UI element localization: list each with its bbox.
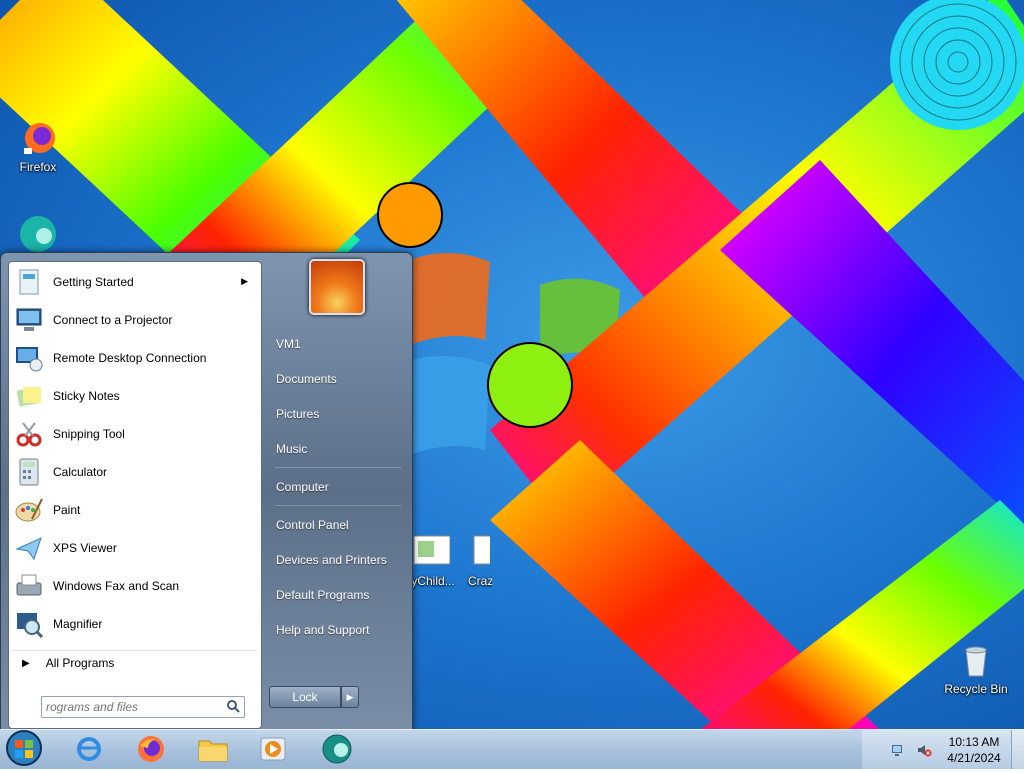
programs-pane: Getting Started ▶ Connect to a Projector… (8, 261, 262, 729)
taskbar-firefox[interactable] (128, 733, 174, 767)
document-icon (470, 532, 490, 572)
desktop-icon-label: Craz (468, 574, 492, 588)
program-remote-desktop[interactable]: Remote Desktop Connection (12, 340, 258, 376)
submenu-arrow-icon: ▶ (241, 276, 248, 286)
desktop-icon-recycle-bin[interactable]: Recycle Bin (936, 640, 1016, 696)
program-label: Connect to a Projector (53, 313, 173, 327)
desktop-icon-app[interactable] (0, 214, 76, 256)
scissors-icon (12, 417, 46, 451)
all-programs-label: All Programs (45, 656, 115, 670)
taskbar-media-player[interactable] (250, 733, 296, 767)
start-right-pane: VM1 Documents Pictures Music Computer Co… (261, 253, 411, 729)
recycle-bin-icon (956, 640, 996, 680)
firefox-icon (136, 734, 166, 767)
fax-icon (12, 569, 46, 603)
remote-desktop-icon (12, 341, 46, 375)
desktop-icon-crazychild-2[interactable]: Craz (450, 532, 492, 588)
paint-palette-icon (12, 493, 46, 527)
file-explorer-icon (197, 735, 229, 766)
link-help-support[interactable]: Help and Support (276, 623, 369, 637)
divider (275, 505, 401, 506)
program-snipping-tool[interactable]: Snipping Tool (12, 416, 258, 452)
start-menu: Getting Started ▶ Connect to a Projector… (0, 252, 413, 730)
taskbar-file-explorer[interactable] (190, 733, 236, 767)
program-paint[interactable]: Paint (12, 492, 258, 528)
program-getting-started[interactable]: Getting Started ▶ (12, 264, 258, 300)
app-globe-icon (321, 733, 353, 768)
app-globe-icon (18, 214, 58, 254)
lock-button[interactable]: Lock (269, 686, 341, 708)
sticky-notes-icon (12, 379, 46, 413)
calculator-icon (12, 455, 46, 489)
link-documents[interactable]: Documents (276, 372, 337, 386)
start-button[interactable] (0, 720, 52, 770)
show-desktop-button[interactable] (1011, 730, 1024, 769)
program-fax-scan[interactable]: Windows Fax and Scan (12, 568, 258, 604)
taskbar-internet-explorer[interactable] (70, 733, 108, 767)
firefox-icon (18, 118, 58, 158)
program-label: Calculator (53, 465, 108, 479)
volume-muted-icon[interactable] (916, 742, 932, 761)
program-calculator[interactable]: Calculator (12, 454, 258, 490)
program-label: XPS Viewer (53, 541, 117, 555)
program-connect-projector[interactable]: Connect to a Projector (12, 302, 258, 338)
projector-icon (12, 303, 46, 337)
media-player-icon (258, 734, 288, 767)
program-label: Snipping Tool (53, 427, 125, 441)
taskbar: 10:13 AM 4/21/2024 (0, 729, 1024, 769)
start-search-input[interactable] (42, 699, 218, 715)
search-icon[interactable] (226, 699, 240, 716)
program-label: Getting Started (53, 275, 134, 289)
notification-area: 10:13 AM 4/21/2024 (862, 730, 1024, 769)
getting-started-icon (12, 265, 46, 299)
document-icon (410, 532, 451, 572)
program-xps-viewer[interactable]: XPS Viewer (12, 530, 258, 566)
program-label: Paint (53, 503, 81, 517)
program-label: Windows Fax and Scan (53, 579, 180, 593)
link-computer[interactable]: Computer (276, 480, 329, 494)
all-programs-button[interactable]: ▶ All Programs (12, 650, 258, 675)
clock-date: 4/21/2024 (947, 751, 1001, 765)
shutdown-options-arrow[interactable]: ▶ (341, 686, 359, 708)
desktop-icon-label: Recycle Bin (944, 682, 1008, 696)
divider (275, 467, 401, 468)
internet-explorer-icon (75, 735, 103, 766)
link-user[interactable]: VM1 (276, 337, 301, 351)
link-control-panel[interactable]: Control Panel (276, 518, 349, 532)
taskbar-app[interactable] (314, 733, 360, 767)
desktop-icon-firefox[interactable]: Firefox (0, 118, 76, 174)
link-devices-printers[interactable]: Devices and Printers (276, 553, 387, 567)
program-magnifier[interactable]: Magnifier (12, 606, 258, 642)
link-music[interactable]: Music (276, 442, 307, 456)
system-clock[interactable]: 10:13 AM 4/21/2024 (942, 734, 1006, 766)
clock-time: 10:13 AM (948, 735, 1000, 749)
network-icon[interactable] (890, 742, 906, 761)
start-search-field[interactable] (41, 696, 245, 718)
program-sticky-notes[interactable]: Sticky Notes (12, 378, 258, 414)
program-label: Sticky Notes (53, 389, 120, 403)
link-pictures[interactable]: Pictures (276, 407, 319, 421)
triangle-right-icon: ▶ (22, 657, 30, 669)
program-label: Magnifier (53, 617, 103, 631)
link-default-programs[interactable]: Default Programs (276, 588, 369, 602)
magnifier-icon (12, 607, 46, 641)
xps-viewer-icon (12, 531, 46, 565)
desktop-icon-label: Firefox (19, 160, 57, 174)
program-label: Remote Desktop Connection (53, 351, 207, 365)
user-picture[interactable] (309, 259, 365, 315)
